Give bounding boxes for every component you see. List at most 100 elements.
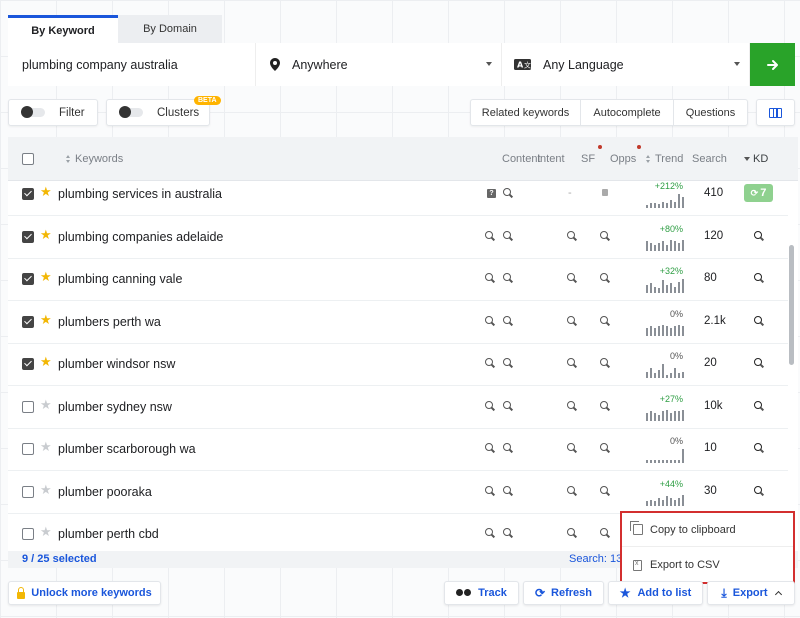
search-icon[interactable] [600, 315, 608, 324]
search-icon[interactable] [485, 273, 493, 281]
keyword-text[interactable]: plumber perth cbd [58, 527, 159, 541]
kd-search-icon[interactable] [754, 443, 762, 451]
search-icon[interactable] [503, 400, 511, 409]
search-icon[interactable] [503, 230, 511, 239]
search-icon[interactable] [567, 230, 575, 239]
keyword-text[interactable]: plumbers perth wa [58, 315, 161, 329]
row-checkbox[interactable] [22, 230, 34, 243]
columns-button[interactable] [756, 99, 795, 126]
search-icon[interactable] [503, 188, 511, 196]
keyword-text[interactable]: plumber windsor nsw [58, 357, 175, 371]
content-unknown-icon[interactable]: ? [487, 189, 496, 198]
search-icon[interactable] [503, 485, 511, 494]
header-keywords[interactable]: Keywords [66, 153, 123, 165]
search-icon[interactable] [567, 443, 575, 451]
tab-by-keyword[interactable]: By Keyword [8, 15, 118, 43]
table-row[interactable]: ★ plumbing canning vale +32% 80 [8, 259, 788, 301]
keyword-text[interactable]: plumber scarborough wa [58, 442, 196, 456]
table-row[interactable]: ★ plumbing companies adelaide +80% 120 [8, 216, 788, 259]
search-icon[interactable] [600, 400, 608, 409]
favorite-star-icon[interactable]: ★ [40, 270, 52, 284]
row-checkbox[interactable] [22, 443, 34, 455]
search-icon[interactable] [485, 230, 493, 239]
favorite-star-icon[interactable]: ★ [40, 482, 52, 497]
keyword-text[interactable]: plumber pooraka [58, 485, 152, 499]
favorite-star-icon[interactable]: ★ [40, 227, 52, 242]
kd-search-icon[interactable] [754, 400, 762, 409]
related-keywords-button[interactable]: Related keywords [471, 100, 581, 125]
kd-search-icon[interactable] [754, 485, 762, 494]
search-icon[interactable] [600, 358, 608, 366]
kd-search-icon[interactable] [754, 230, 762, 239]
table-row[interactable]: ★ plumber sydney nsw +27% 10k [8, 386, 788, 429]
search-icon[interactable] [567, 273, 575, 281]
track-button[interactable]: Track [444, 581, 519, 605]
table-scrollbar[interactable] [789, 245, 794, 365]
search-icon[interactable] [567, 358, 575, 366]
search-icon[interactable] [503, 273, 511, 281]
search-icon[interactable] [600, 273, 608, 281]
favorite-star-icon[interactable]: ★ [40, 355, 52, 369]
header-content[interactable]: Content [502, 153, 541, 165]
search-icon[interactable] [503, 315, 511, 324]
header-kd[interactable]: KD [744, 153, 768, 165]
search-icon[interactable] [567, 315, 575, 324]
search-icon[interactable] [485, 528, 493, 536]
search-icon[interactable] [503, 528, 511, 536]
kd-search-icon[interactable] [754, 315, 762, 324]
keyword-text[interactable]: plumbing canning vale [58, 272, 182, 286]
search-icon[interactable] [485, 443, 493, 451]
row-checkbox[interactable] [22, 358, 34, 370]
kd-search-icon[interactable] [754, 358, 762, 366]
row-checkbox[interactable] [22, 528, 34, 540]
header-opps[interactable]: Opps [610, 153, 636, 165]
tab-by-domain[interactable]: By Domain [118, 15, 222, 43]
export-button[interactable]: ⤓ Export [707, 581, 795, 605]
add-to-list-button[interactable]: ★ Add to list [608, 581, 703, 605]
keyword-text[interactable]: plumbing services in australia [58, 187, 222, 201]
search-go-button[interactable] [750, 43, 795, 86]
export-csv-item[interactable]: Export to CSV [622, 548, 793, 582]
search-icon[interactable] [485, 358, 493, 366]
row-checkbox[interactable] [22, 485, 34, 498]
filter-toggle[interactable]: Filter [8, 99, 98, 126]
copy-to-clipboard-item[interactable]: Copy to clipboard [622, 513, 793, 547]
favorite-star-icon[interactable]: ★ [40, 440, 52, 454]
keyword-text[interactable]: plumber sydney nsw [58, 400, 172, 414]
keyword-text[interactable]: plumbing companies adelaide [58, 230, 223, 244]
keyword-input[interactable] [8, 43, 256, 86]
search-icon[interactable] [485, 485, 493, 494]
row-checkbox[interactable] [22, 315, 34, 328]
location-select[interactable]: Anywhere [256, 43, 502, 86]
search-icon[interactable] [503, 443, 511, 451]
clusters-switch[interactable] [119, 106, 143, 118]
row-checkbox[interactable] [22, 188, 34, 200]
search-icon[interactable] [600, 230, 608, 239]
search-icon[interactable] [503, 358, 511, 366]
favorite-star-icon[interactable]: ★ [40, 185, 52, 199]
language-select[interactable]: A文 Any Language [502, 43, 750, 86]
header-search[interactable]: Search [692, 153, 727, 165]
table-row[interactable]: ★ plumber scarborough wa 0% 10 [8, 429, 788, 471]
search-icon[interactable] [485, 315, 493, 324]
favorite-star-icon[interactable]: ★ [40, 525, 52, 539]
search-icon[interactable] [567, 400, 575, 409]
filter-switch[interactable] [21, 106, 45, 118]
search-icon[interactable] [485, 400, 493, 409]
favorite-star-icon[interactable]: ★ [40, 397, 52, 412]
search-icon[interactable] [600, 528, 608, 536]
table-row[interactable]: ★ plumber pooraka +44% 30 [8, 471, 788, 514]
unlock-more-keywords-button[interactable]: Unlock more keywords [8, 581, 161, 605]
table-row[interactable]: ★ plumber windsor nsw 0% 20 [8, 344, 788, 386]
search-icon[interactable] [567, 528, 575, 536]
favorite-star-icon[interactable]: ★ [40, 312, 52, 327]
search-icon[interactable] [567, 485, 575, 494]
row-checkbox[interactable] [22, 273, 34, 285]
refresh-button[interactable]: ⟳ Refresh [523, 581, 604, 605]
kd-search-icon[interactable] [754, 273, 762, 281]
row-checkbox[interactable] [22, 400, 34, 413]
questions-button[interactable]: Questions [674, 100, 747, 125]
select-all-checkbox[interactable] [22, 153, 34, 165]
autocomplete-button[interactable]: Autocomplete [581, 100, 674, 125]
table-row[interactable]: ★ plumbing services in australia? - +212% 41… [8, 181, 788, 216]
